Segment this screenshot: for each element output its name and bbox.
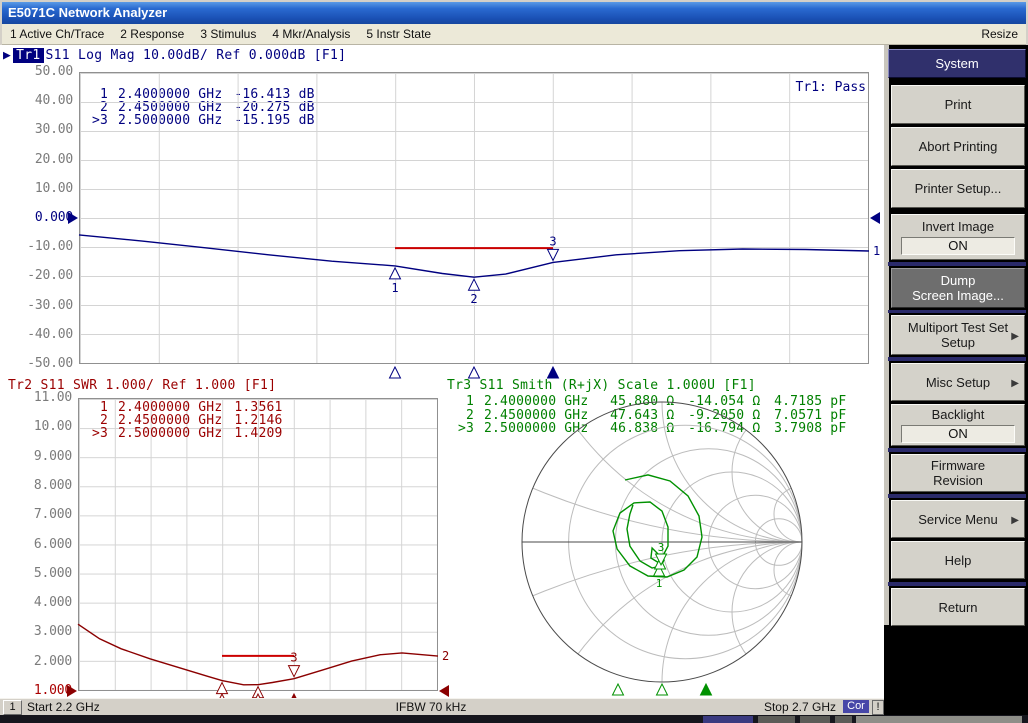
display-area: ▶Tr1S11 Log Mag 10.00dB/ Ref 0.000dB [F1…	[0, 45, 884, 698]
instrument-screen: E5071C Network Analyzer 1 Active Ch/Trac…	[0, 0, 1028, 723]
tr1-header[interactable]: ▶Tr1S11 Log Mag 10.00dB/ Ref 0.000dB [F1…	[3, 48, 346, 63]
tr1-y-axis-label: 10.00	[13, 181, 73, 196]
dump-screen-image-button[interactable]: Dump Screen Image...	[891, 268, 1025, 308]
taskbar-box	[835, 716, 852, 723]
abort-printing-button[interactable]: Abort Printing	[891, 127, 1025, 166]
channel-indicator: 1	[3, 700, 22, 715]
tr1-y-axis-label: -40.00	[13, 327, 73, 342]
tr3-name: Tr3	[447, 378, 471, 393]
tr3-marker-row: 22.4500000 GHz47.643 Ω-9.2050 Ω7.0571 pF	[450, 409, 846, 423]
tr3-marker-table: 12.4000000 GHz45.880 Ω-14.054 Ω4.7185 pF…	[450, 395, 846, 436]
multiport-test-set-setup-button[interactable]: Multiport Test Set Setup ▶	[891, 315, 1025, 355]
tr2-y-axis-label: 1.000	[12, 683, 72, 698]
misc-setup-button[interactable]: Misc Setup ▶	[891, 363, 1025, 401]
menu-stimulus[interactable]: 3 Stimulus	[192, 27, 264, 41]
tr1-y-axis-label: -20.00	[13, 268, 73, 283]
softkey-menu-title: System	[888, 49, 1026, 78]
tr2-y-axis-label: 10.00	[12, 419, 72, 434]
softkey-separator	[888, 494, 1026, 498]
tr2-y-axis-label: 11.00	[12, 390, 72, 405]
taskbar-clock-box	[856, 716, 1022, 723]
tr1-y-axis-label: -30.00	[13, 298, 73, 313]
tr2-y-axis-label: 5.000	[12, 566, 72, 581]
tr3-settings: S11 Smith (R+jX) Scale 1.000U [F1]	[480, 378, 756, 393]
taskbar-box	[800, 716, 830, 723]
submenu-arrow-icon: ▶	[1011, 513, 1019, 528]
tr2-y-axis-label: 6.000	[12, 537, 72, 552]
window-title: E5071C Network Analyzer	[8, 5, 167, 20]
softkey-separator	[888, 262, 1026, 266]
menu-active-ch-trace[interactable]: 1 Active Ch/Trace	[2, 27, 112, 41]
tr3-marker-row: >32.5000000 GHz46.838 Ω-16.794 Ω3.7908 p…	[450, 422, 846, 436]
taskbar-box	[703, 716, 753, 723]
menu-mkr-analysis[interactable]: 4 Mkr/Analysis	[264, 27, 358, 41]
tr1-settings: S11 Log Mag 10.00dB/ Ref 0.000dB [F1]	[46, 48, 347, 63]
tr2-y-axis-label: 3.000	[12, 624, 72, 639]
softkey-sidebar: System Print Abort Printing Printer Setu…	[884, 45, 1028, 715]
tr2-marker-table: 12.4000000 GHz1.3561 22.4500000 GHz1.214…	[84, 401, 283, 440]
tr1-y-axis-label: 50.00	[13, 64, 73, 79]
printer-setup-button[interactable]: Printer Setup...	[891, 169, 1025, 208]
start-frequency: Start 2.2 GHz	[27, 700, 100, 714]
ifbw-readout: IFBW 70 kHz	[371, 700, 491, 714]
softkey-separator	[888, 310, 1026, 313]
tr2-y-axis-label: 9.000	[12, 449, 72, 464]
resize-button[interactable]: Resize	[973, 27, 1026, 41]
tr3-header[interactable]: Tr3 S11 Smith (R+jX) Scale 1.000U [F1]	[447, 378, 756, 393]
tr2-y-axis-label: 2.000	[12, 654, 72, 669]
tr1-name: Tr1	[13, 48, 43, 63]
tr1-y-axis-label: 20.00	[13, 152, 73, 167]
print-button[interactable]: Print	[891, 85, 1025, 124]
menu-response[interactable]: 2 Response	[112, 27, 192, 41]
softkey-gutter	[884, 45, 889, 625]
firmware-revision-button[interactable]: Firmware Revision	[891, 454, 1025, 492]
warning-indicator: !	[872, 700, 884, 715]
bottom-taskbar-strip	[0, 715, 1028, 723]
tr2-y-axis-label: 4.000	[12, 595, 72, 610]
tr1-y-axis-label: 40.00	[13, 93, 73, 108]
active-trace-arrow-icon: ▶	[3, 48, 11, 63]
tr1-plot-area	[79, 72, 869, 364]
status-bar: 1 Start 2.2 GHz IFBW 70 kHz Stop 2.7 GHz…	[0, 698, 884, 716]
tr1-y-axis-label: -10.00	[13, 239, 73, 254]
tr2-y-axis-label: 7.000	[12, 507, 72, 522]
submenu-arrow-icon: ▶	[1011, 376, 1019, 391]
backlight-state: ON	[901, 425, 1015, 443]
correction-badge: Cor	[843, 700, 869, 713]
menu-instr-state[interactable]: 5 Instr State	[358, 27, 439, 41]
tr2-y-axis-label: 8.000	[12, 478, 72, 493]
softkey-separator	[888, 582, 1026, 586]
stop-frequency: Stop 2.7 GHz	[728, 700, 836, 714]
tr1-y-axis-label: 30.00	[13, 122, 73, 137]
taskbar-box	[758, 716, 795, 723]
help-button[interactable]: Help	[891, 541, 1025, 579]
invert-image-state: ON	[901, 237, 1015, 255]
menu-bar: 1 Active Ch/Trace 2 Response 3 Stimulus …	[2, 24, 1026, 45]
softkey-separator	[888, 448, 1026, 452]
tr2-plot-area	[78, 398, 438, 691]
return-button[interactable]: Return	[891, 588, 1025, 626]
tr3-marker-row: 12.4000000 GHz45.880 Ω-14.054 Ω4.7185 pF	[450, 395, 846, 409]
service-menu-button[interactable]: Service Menu ▶	[891, 500, 1025, 538]
tr1-y-axis-label: 0.000	[13, 210, 73, 225]
window-titlebar[interactable]: E5071C Network Analyzer	[2, 2, 1026, 24]
tr2-marker-row: >32.5000000 GHz1.4209	[84, 427, 283, 440]
tr1-y-axis-label: -50.00	[13, 356, 73, 371]
softkey-separator	[888, 357, 1026, 361]
tr2-settings: S11 SWR 1.000/ Ref 1.000 [F1]	[41, 378, 277, 393]
submenu-arrow-icon: ▶	[1011, 329, 1019, 344]
backlight-toggle[interactable]: Backlight ON	[891, 404, 1025, 446]
invert-image-toggle[interactable]: Invert Image ON	[891, 214, 1025, 260]
